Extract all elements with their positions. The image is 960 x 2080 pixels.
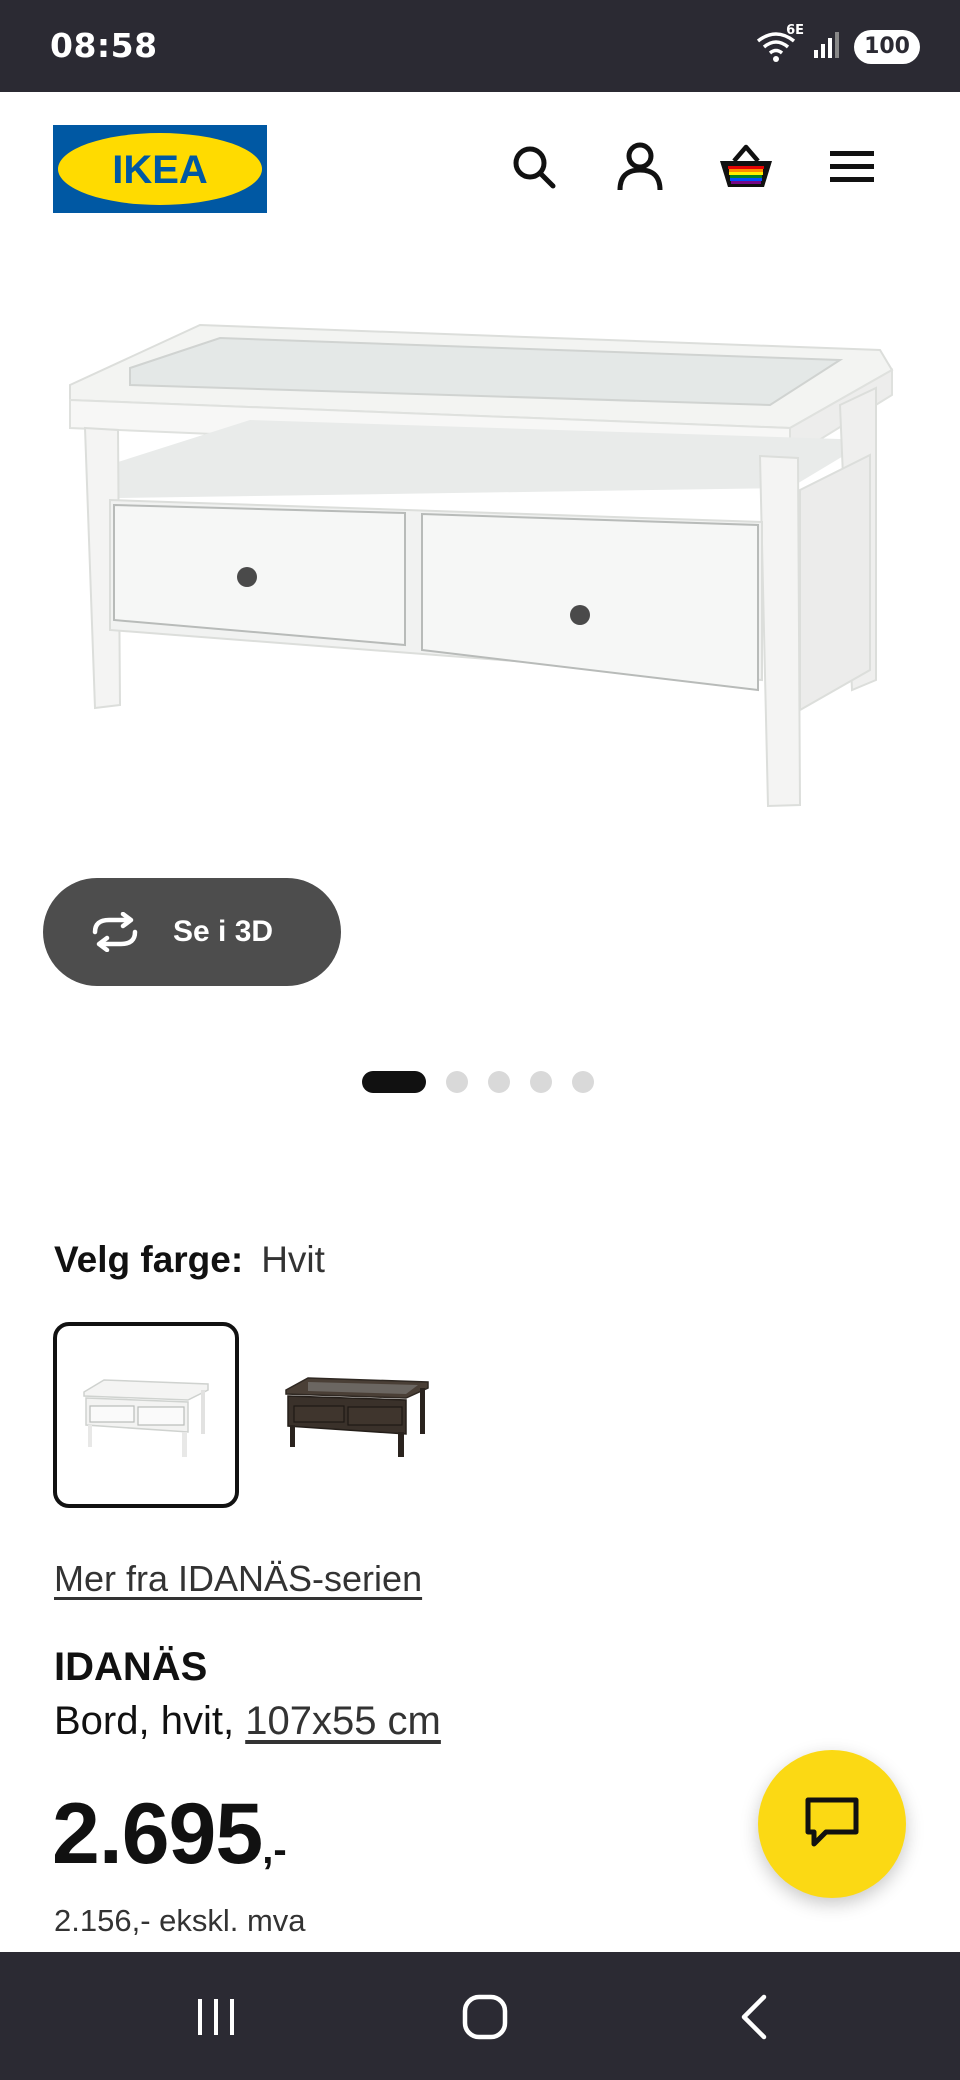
- color-selection-label: Velg farge: Hvit: [54, 1238, 325, 1281]
- price-amount: 2.695: [52, 1786, 263, 1882]
- gallery-dot[interactable]: [446, 1071, 468, 1093]
- product-image[interactable]: [0, 250, 960, 870]
- color-swatch-dark-brown[interactable]: [265, 1322, 451, 1508]
- price-excl-vat: 2.156,- ekskl. mva: [54, 1903, 306, 1938]
- gallery-dot[interactable]: [488, 1071, 510, 1093]
- color-label: Velg farge:: [54, 1239, 244, 1280]
- product-price: 2.695,-: [52, 1785, 287, 1884]
- menu-icon[interactable]: [822, 137, 882, 197]
- recent-apps-button[interactable]: [176, 1982, 256, 2052]
- view-in-3d-button[interactable]: Se i 3D: [43, 878, 341, 986]
- selected-color-value: Hvit: [261, 1239, 325, 1280]
- gallery-pagination: [362, 1070, 594, 1094]
- status-bar: 08:58 6E 100: [0, 0, 960, 92]
- ikea-logo[interactable]: IKEA: [53, 125, 267, 213]
- price-suffix: ,-: [262, 1828, 287, 1872]
- chat-icon: [802, 1794, 862, 1854]
- account-icon[interactable]: [610, 137, 670, 197]
- product-description: Bord, hvit, 107x55 cm: [54, 1699, 441, 1744]
- status-time: 08:58: [50, 26, 158, 65]
- basket-icon[interactable]: [716, 137, 776, 197]
- product-name: IDANÄS: [54, 1645, 208, 1689]
- rotate-3d-icon: [87, 911, 143, 953]
- gallery-dot[interactable]: [530, 1071, 552, 1093]
- system-nav-bar: [0, 1952, 960, 2080]
- status-icons: 6E 100: [756, 23, 920, 66]
- back-button[interactable]: [714, 1982, 794, 2052]
- gallery-dot[interactable]: [572, 1071, 594, 1093]
- gallery-dot-active[interactable]: [362, 1071, 426, 1093]
- network-type: 6E: [786, 23, 805, 38]
- site-header: IKEA: [0, 92, 960, 242]
- product-type: Bord, hvit,: [54, 1699, 235, 1743]
- chat-button[interactable]: [758, 1750, 906, 1898]
- color-swatch-white[interactable]: [53, 1322, 239, 1508]
- signal-icon: [812, 30, 842, 64]
- series-link[interactable]: Mer fra IDANÄS-serien: [54, 1558, 422, 1600]
- battery-indicator: 100: [854, 30, 920, 64]
- search-icon[interactable]: [504, 137, 564, 197]
- wifi-icon: 6E: [756, 23, 804, 65]
- view-in-3d-label: Se i 3D: [173, 915, 274, 948]
- product-size-link[interactable]: 107x55 cm: [245, 1699, 441, 1743]
- home-button[interactable]: [445, 1982, 525, 2052]
- svg-text:IKEA: IKEA: [112, 148, 208, 192]
